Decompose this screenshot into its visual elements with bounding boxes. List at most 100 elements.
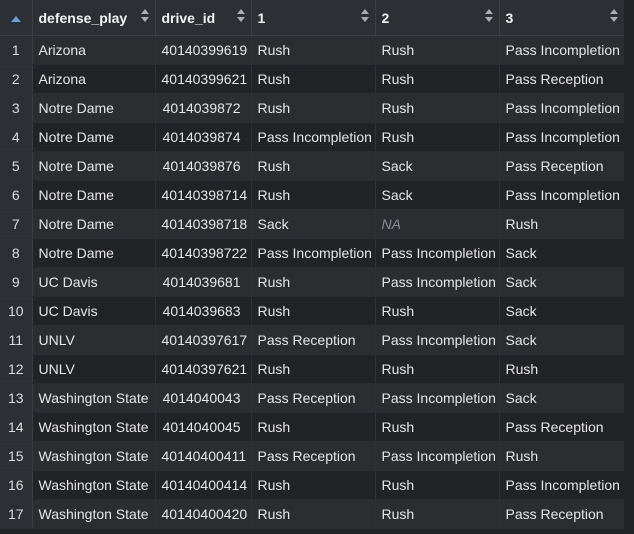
- cell-defense-play[interactable]: UC Davis: [32, 267, 156, 297]
- cell-play-1[interactable]: Rush: [251, 470, 376, 500]
- cell-defense-play[interactable]: Notre Dame: [32, 93, 156, 123]
- cell-play-3[interactable]: Rush: [499, 209, 625, 239]
- cell-defense-play[interactable]: Notre Dame: [32, 180, 156, 210]
- cell-play-2[interactable]: Pass Incompletion: [375, 267, 500, 297]
- sort-toggle-icon[interactable]: [360, 9, 369, 23]
- cell-play-3[interactable]: Pass Incompletion: [499, 470, 625, 500]
- cell-play-3[interactable]: Sack: [499, 383, 625, 413]
- cell-play-1[interactable]: Rush: [251, 296, 376, 326]
- cell-play-3[interactable]: Pass Reception: [499, 64, 625, 94]
- cell-play-1[interactable]: Rush: [251, 64, 376, 94]
- cell-play-2[interactable]: Pass Incompletion: [375, 441, 500, 471]
- cell-play-3[interactable]: Pass Reception: [499, 499, 625, 529]
- cell-defense-play[interactable]: Notre Dame: [32, 122, 156, 152]
- cell-drive-id[interactable]: 4014040045: [155, 412, 252, 442]
- cell-play-3[interactable]: Pass Reception: [499, 412, 625, 442]
- cell-drive-id[interactable]: 40140400414: [155, 470, 252, 500]
- cell-drive-id[interactable]: 4014040043: [155, 383, 252, 413]
- cell-defense-play[interactable]: Washington State: [32, 470, 156, 500]
- cell-play-2[interactable]: Rush: [375, 412, 500, 442]
- scrollbar-track[interactable]: [624, 0, 634, 534]
- row-index-cell[interactable]: 12: [0, 354, 33, 384]
- cell-play-3[interactable]: Pass Incompletion: [499, 122, 625, 152]
- row-index-cell[interactable]: 14: [0, 412, 33, 442]
- row-index-cell[interactable]: 11: [0, 325, 33, 355]
- cell-play-2[interactable]: NA: [375, 209, 500, 239]
- row-index-cell[interactable]: 4: [0, 122, 33, 152]
- row-index-cell[interactable]: 17: [0, 499, 33, 529]
- cell-play-3[interactable]: Pass Incompletion: [499, 35, 625, 65]
- column-header-1[interactable]: 1: [251, 0, 376, 36]
- cell-play-3[interactable]: Pass Incompletion: [499, 180, 625, 210]
- cell-defense-play[interactable]: Notre Dame: [32, 238, 156, 268]
- cell-play-3[interactable]: Sack: [499, 325, 625, 355]
- cell-defense-play[interactable]: Washington State: [32, 412, 156, 442]
- cell-play-3[interactable]: Sack: [499, 238, 625, 268]
- cell-play-1[interactable]: Rush: [251, 499, 376, 529]
- row-index-cell[interactable]: 5: [0, 151, 33, 181]
- cell-play-1[interactable]: Pass Reception: [251, 441, 376, 471]
- cell-play-3[interactable]: Pass Reception: [499, 151, 625, 181]
- row-index-cell[interactable]: 7: [0, 209, 33, 239]
- cell-play-1[interactable]: Pass Incompletion: [251, 238, 376, 268]
- cell-play-2[interactable]: Pass Incompletion: [375, 383, 500, 413]
- row-index-cell[interactable]: 13: [0, 383, 33, 413]
- row-index-cell[interactable]: 6: [0, 180, 33, 210]
- cell-drive-id[interactable]: 40140398714: [155, 180, 252, 210]
- cell-play-2[interactable]: Rush: [375, 470, 500, 500]
- row-index-cell[interactable]: 15: [0, 441, 33, 471]
- cell-drive-id[interactable]: 40140400411: [155, 441, 252, 471]
- row-index-cell[interactable]: 9: [0, 267, 33, 297]
- cell-play-2[interactable]: Rush: [375, 296, 500, 326]
- cell-play-1[interactable]: Rush: [251, 412, 376, 442]
- cell-drive-id[interactable]: 40140397617: [155, 325, 252, 355]
- cell-play-2[interactable]: Rush: [375, 354, 500, 384]
- column-header-2[interactable]: 2: [375, 0, 500, 36]
- cell-defense-play[interactable]: Arizona: [32, 64, 156, 94]
- cell-drive-id[interactable]: 40140399619: [155, 35, 252, 65]
- cell-play-1[interactable]: Rush: [251, 180, 376, 210]
- cell-drive-id[interactable]: 4014039872: [155, 93, 252, 123]
- cell-play-1[interactable]: Pass Reception: [251, 325, 376, 355]
- cell-play-1[interactable]: Pass Incompletion: [251, 122, 376, 152]
- cell-play-2[interactable]: Pass Incompletion: [375, 325, 500, 355]
- column-header-drive-id[interactable]: drive_id: [155, 0, 252, 36]
- row-index-cell[interactable]: 8: [0, 238, 33, 268]
- cell-defense-play[interactable]: Washington State: [32, 499, 156, 529]
- row-index-cell[interactable]: 1: [0, 35, 33, 65]
- cell-play-2[interactable]: Rush: [375, 35, 500, 65]
- cell-defense-play[interactable]: UNLV: [32, 325, 156, 355]
- cell-defense-play[interactable]: Washington State: [32, 383, 156, 413]
- cell-defense-play[interactable]: Washington State: [32, 441, 156, 471]
- sort-toggle-icon[interactable]: [236, 9, 245, 23]
- sort-toggle-icon[interactable]: [140, 9, 149, 23]
- column-header-defense-play[interactable]: defense_play: [32, 0, 156, 36]
- cell-drive-id[interactable]: 4014039683: [155, 296, 252, 326]
- cell-play-1[interactable]: Rush: [251, 35, 376, 65]
- sort-toggle-icon[interactable]: [484, 9, 493, 23]
- row-index-cell[interactable]: 3: [0, 93, 33, 123]
- cell-play-3[interactable]: Sack: [499, 267, 625, 297]
- cell-play-2[interactable]: Sack: [375, 180, 500, 210]
- cell-defense-play[interactable]: UC Davis: [32, 296, 156, 326]
- cell-play-3[interactable]: Rush: [499, 354, 625, 384]
- cell-drive-id[interactable]: 40140398718: [155, 209, 252, 239]
- cell-drive-id[interactable]: 40140398722: [155, 238, 252, 268]
- row-index-cell[interactable]: 2: [0, 64, 33, 94]
- row-index-header[interactable]: [0, 0, 33, 36]
- cell-play-2[interactable]: Sack: [375, 151, 500, 181]
- cell-play-1[interactable]: Rush: [251, 93, 376, 123]
- cell-drive-id[interactable]: 4014039874: [155, 122, 252, 152]
- row-index-cell[interactable]: 10: [0, 296, 33, 326]
- cell-drive-id[interactable]: 4014039876: [155, 151, 252, 181]
- cell-play-2[interactable]: Rush: [375, 499, 500, 529]
- cell-play-2[interactable]: Rush: [375, 93, 500, 123]
- cell-drive-id[interactable]: 40140400420: [155, 499, 252, 529]
- cell-drive-id[interactable]: 40140399621: [155, 64, 252, 94]
- cell-drive-id[interactable]: 4014039681: [155, 267, 252, 297]
- cell-play-2[interactable]: Rush: [375, 122, 500, 152]
- cell-play-1[interactable]: Pass Reception: [251, 383, 376, 413]
- row-index-cell[interactable]: 16: [0, 470, 33, 500]
- sort-toggle-icon[interactable]: [609, 9, 618, 23]
- cell-play-1[interactable]: Rush: [251, 267, 376, 297]
